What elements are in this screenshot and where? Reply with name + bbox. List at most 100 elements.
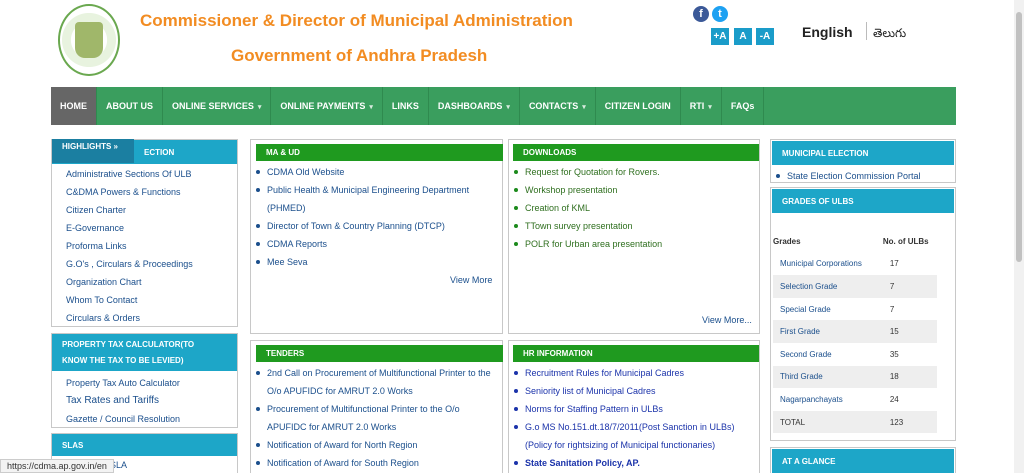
list-item-e-governance[interactable]: E-Governance [52, 219, 237, 237]
highlights-tab-suffix: ECTION [144, 148, 175, 157]
nav-item-rti[interactable]: RTI ▾ [681, 87, 722, 125]
language-telugu-link[interactable]: తెలుగు [873, 26, 906, 43]
list-item-gazette[interactable]: Gazette / Council Resolution [52, 410, 237, 428]
grade-count: 15 [875, 320, 937, 343]
chevron-down-icon: ▾ [708, 104, 712, 111]
list-item-notification-of-award-for-south-region[interactable]: Notification of Award for South Region [251, 454, 494, 472]
at-a-glance-header: AT A GLANCE [772, 449, 954, 473]
list-item-cdma-old-website[interactable]: CDMA Old Website [251, 163, 494, 181]
nav-item-home[interactable]: HOME [51, 87, 97, 125]
list-item-c-dma-powers-functions[interactable]: C&DMA Powers & Functions [52, 183, 237, 201]
nav-item-label: ABOUT US [106, 101, 153, 111]
grades-col-header: Grades [773, 230, 876, 253]
list-item-circulars-orders[interactable]: Circulars & Orders [52, 309, 237, 327]
page: Commissioner & Director of Municipal Adm… [0, 0, 1024, 473]
language-divider [866, 22, 867, 40]
list-item-cdma-reports[interactable]: CDMA Reports [251, 235, 494, 253]
tenders-header: TENDERS [256, 345, 503, 362]
table-row: Special Grade 7 [773, 298, 937, 321]
list-item-whom-to-contact[interactable]: Whom To Contact [52, 291, 237, 309]
list-item-mee-seva[interactable]: Mee Seva [251, 253, 494, 271]
ma-ud-list: CDMA Old Website Public Health & Municipa… [251, 163, 502, 271]
ap-emblem-logo[interactable] [58, 4, 120, 76]
nav-item-contacts[interactable]: CONTACTS ▾ [520, 87, 596, 125]
grade-name[interactable]: Second Grade [773, 343, 876, 366]
grade-name[interactable]: Selection Grade [773, 275, 876, 298]
list-item-notification-of-award-for-north-region[interactable]: Notification of Award for North Region [251, 436, 494, 454]
downloads-header: DOWNLOADS [513, 144, 759, 161]
list-item-proforma-links[interactable]: Proforma Links [52, 237, 237, 255]
highlights-tab[interactable]: HIGHLIGHTS » [52, 139, 134, 163]
nav-item-label: FAQs [730, 101, 755, 111]
highlights-list: Administrative Sections Of ULB C&DMA Powe… [52, 165, 237, 327]
list-item-creation-of-kml[interactable]: Creation of KML [509, 199, 759, 217]
browser-status-url: https://cdma.ap.gov.in/en [0, 459, 114, 473]
nav-item-faqs[interactable]: FAQs [722, 87, 765, 125]
table-row: First Grade 15 [773, 320, 937, 343]
font-decrease-button[interactable]: -A [756, 28, 774, 45]
list-item-administrative-sections-of-ulb[interactable]: Administrative Sections Of ULB [52, 165, 237, 183]
ma-ud-panel: MA & UD CDMA Old Website Public Health & … [250, 139, 503, 334]
nav-item-about-us[interactable]: ABOUT US [97, 87, 163, 125]
grade-name[interactable]: Third Grade [773, 365, 876, 389]
nav-item-links[interactable]: LINKS [383, 87, 429, 125]
list-item-tax-rates[interactable]: Tax Rates and Tariffs [52, 392, 237, 410]
grade-name[interactable]: First Grade [773, 320, 876, 343]
grade-count: 7 [889, 304, 895, 314]
font-increase-button[interactable]: +A [711, 28, 729, 45]
highlights-panel: HIGHLIGHTS » ECTION Administrative Secti… [51, 139, 238, 327]
ma-ud-view-more-link[interactable]: View More [450, 275, 492, 285]
list-item-2nd-call-on-procurement-of-multifunction[interactable]: 2nd Call on Procurement of Multifunction… [251, 364, 494, 400]
nav-item-label: LINKS [391, 101, 419, 111]
twitter-icon[interactable]: t [712, 6, 728, 22]
emblem-icon [75, 22, 103, 58]
chevron-down-icon: ▾ [582, 104, 586, 111]
nav-item-online-services[interactable]: ONLINE SERVICES ▾ [163, 87, 272, 125]
list-item-g-o-s-circulars-proceedings[interactable]: G.O's , Circulars & Proceedings [52, 255, 237, 273]
table-row: Municipal Corporations 17 [773, 253, 937, 276]
list-item-request-for-quotation-for-rovers[interactable]: Request for Quotation for Rovers. [509, 163, 759, 181]
tenders-panel: TENDERS 2nd Call on Procurement of Multi… [250, 340, 503, 473]
list-item-state-sanitation-policy-ap[interactable]: State Sanitation Policy, AP. [509, 454, 753, 472]
table-row: Second Grade 35 [773, 343, 937, 366]
nav-item-dashboards[interactable]: DASHBOARDS ▾ [429, 87, 520, 125]
nav-item-citizen-login[interactable]: CITIZEN LOGIN [596, 87, 681, 125]
hr-panel: HR INFORMATION Recruitment Rules for Mun… [508, 340, 760, 473]
list-item-workshop-presentation[interactable]: Workshop presentation [509, 181, 759, 199]
chevron-down-icon: ▾ [257, 104, 262, 111]
list-item-citizen-charter[interactable]: Citizen Charter [52, 201, 237, 219]
downloads-view-more-link[interactable]: View More... [702, 315, 752, 325]
property-tax-title-line1: PROPERTY TAX CALCULATOR(TO [62, 339, 195, 349]
font-normal-button[interactable]: A [734, 28, 752, 45]
nav-item-label: CITIZEN LOGIN [604, 101, 671, 111]
facebook-icon[interactable]: f [693, 6, 709, 22]
nav-item-label: ONLINE PAYMENTS [280, 101, 366, 111]
list-item-public-health-municipal-engineering-depa[interactable]: Public Health & Municipal Engineering De… [251, 181, 494, 217]
count-col-header: No. of ULBs [875, 230, 937, 253]
language-english-link[interactable]: English [802, 24, 853, 40]
site-subtitle: Government of Andhra Pradesh [231, 46, 488, 65]
list-item-norms-for-staffing-pattern-in-ulbs[interactable]: Norms for Staffing Pattern in ULBs [509, 400, 753, 418]
list-item-procurement-of-multifunctional-printer-t[interactable]: Procurement of Multifunctional Printer t… [251, 400, 494, 436]
grade-name[interactable]: Municipal Corporations [773, 253, 876, 276]
list-item-polr-for-urban-area-presentation[interactable]: POLR for Urban area presentation [509, 235, 759, 253]
table-row: Third Grade 18 [773, 365, 937, 389]
municipal-election-header: MUNICIPAL ELECTION [772, 141, 954, 165]
list-item-director-of-town-country-planning-dtcp[interactable]: Director of Town & Country Planning (DTC… [251, 217, 494, 235]
grade-count: 7 [875, 275, 937, 298]
list-item-property-tax-auto-calculator[interactable]: Property Tax Auto Calculator [52, 374, 237, 392]
list-item-state-election-commission[interactable]: State Election Commission Portal [771, 167, 955, 185]
list-item-ttown-survey-presentation[interactable]: TTown survey presentation [509, 217, 759, 235]
list-item-recruitment-rules-for-municipal-cadres[interactable]: Recruitment Rules for Municipal Cadres [509, 364, 753, 382]
scrollbar-thumb[interactable] [1016, 12, 1022, 262]
page-scrollbar[interactable] [1014, 0, 1024, 473]
grade-name[interactable]: Nagarpanchayats [773, 388, 876, 411]
grade-count: 17 [889, 259, 899, 269]
nav-item-online-payments[interactable]: ONLINE PAYMENTS ▾ [271, 87, 383, 125]
list-item-g-o-ms-no-151-dt-18-7-2011-post-sanction[interactable]: G.o MS No.151.dt.18/7/2011(Post Sanction… [509, 418, 753, 454]
grade-name[interactable]: Special Grade [773, 298, 876, 321]
ma-ud-header: MA & UD [256, 144, 503, 161]
nav-item-label: CONTACTS [528, 101, 579, 111]
list-item-organization-chart[interactable]: Organization Chart [52, 273, 237, 291]
list-item-seniority-list-of-municipal-cadres[interactable]: Seniority list of Municipal Cadres [509, 382, 753, 400]
